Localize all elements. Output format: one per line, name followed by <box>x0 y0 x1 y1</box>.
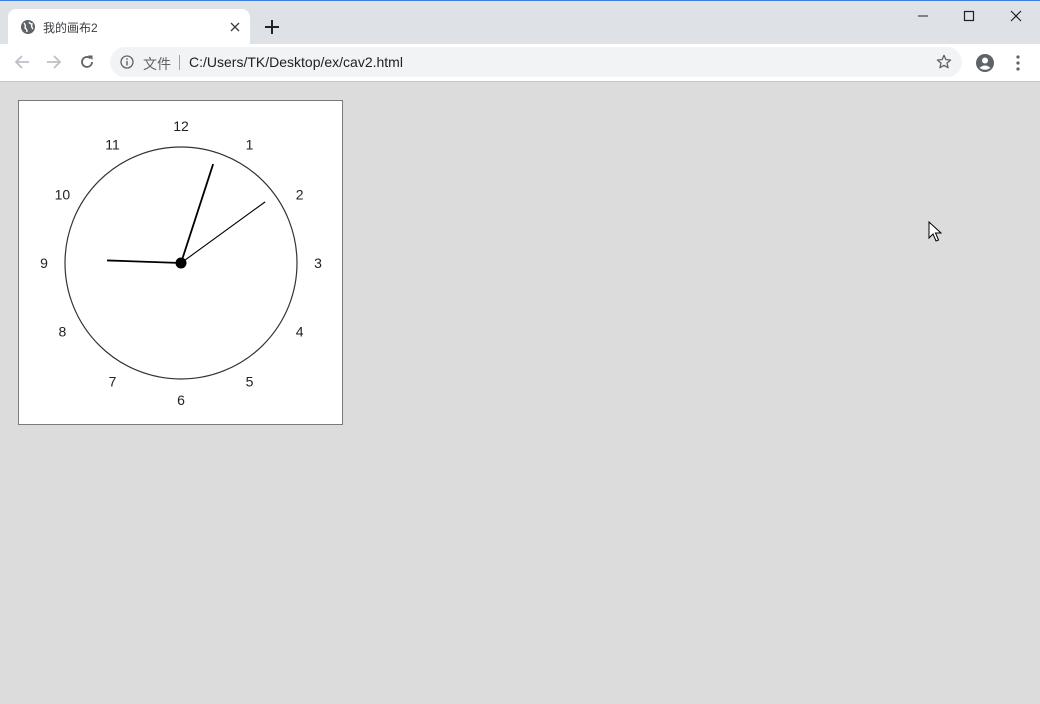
clock-numeral-5: 5 <box>246 374 254 390</box>
minimize-button[interactable] <box>900 1 946 31</box>
clock-numeral-3: 3 <box>314 255 322 271</box>
clock-hour-hand <box>107 259 182 264</box>
address-bar[interactable]: 文件 C:/Users/TK/Desktop/ex/cav2.html <box>110 47 962 77</box>
security-chip-label[interactable]: 文件 <box>143 54 171 74</box>
back-button[interactable] <box>8 48 36 76</box>
clock-second-hand <box>180 201 266 264</box>
tab-close-button[interactable] <box>226 18 244 36</box>
clock-numeral-4: 4 <box>296 324 304 340</box>
close-icon <box>1010 10 1022 22</box>
clock-numeral-2: 2 <box>296 187 304 203</box>
browser-toolbar: 文件 C:/Users/TK/Desktop/ex/cav2.html <box>0 44 1040 82</box>
maximize-button[interactable] <box>946 1 992 31</box>
tab-title: 我的画布2 <box>43 21 98 35</box>
clock-minute-hand <box>180 163 214 264</box>
clock-numeral-12: 12 <box>173 118 189 134</box>
bookmark-button[interactable] <box>934 52 954 72</box>
tab-active[interactable]: 我的画布2 <box>8 9 250 45</box>
star-icon <box>936 54 952 69</box>
plus-icon <box>265 20 279 34</box>
clock-numeral-8: 8 <box>58 324 66 340</box>
account-icon <box>976 54 994 72</box>
minimize-icon <box>918 15 928 17</box>
mouse-cursor-icon <box>928 221 942 242</box>
clock-numeral-7: 7 <box>109 374 117 390</box>
arrow-right-icon <box>47 55 62 69</box>
clock-numeral-10: 10 <box>55 187 71 203</box>
clock-canvas: 12 1 2 3 4 5 6 7 8 9 10 11 <box>18 100 343 425</box>
clock-numeral-9: 9 <box>40 255 48 271</box>
clock-numeral-11: 11 <box>105 136 120 152</box>
tab-strip: 我的画布2 <box>0 0 1040 45</box>
arrow-left-icon <box>14 55 29 69</box>
reload-icon <box>81 55 93 68</box>
menu-button[interactable] <box>1006 50 1030 76</box>
url-text[interactable]: C:/Users/TK/Desktop/ex/cav2.html <box>189 54 403 70</box>
maximize-icon <box>963 10 975 22</box>
info-icon[interactable] <box>120 55 134 69</box>
reload-button[interactable] <box>73 48 101 76</box>
window-close-button[interactable] <box>993 1 1039 31</box>
globe-icon <box>21 20 35 34</box>
omnibox-divider <box>179 55 180 70</box>
clock-numeral-1: 1 <box>246 136 254 152</box>
kebab-menu-icon <box>1016 55 1020 71</box>
clock-numeral-6: 6 <box>177 392 185 408</box>
clock-center-pin <box>175 257 187 269</box>
profile-button[interactable] <box>972 50 998 76</box>
analog-clock: 121234567891011 <box>40 118 322 408</box>
forward-button[interactable] <box>40 48 68 76</box>
close-icon <box>230 22 240 32</box>
new-tab-button[interactable] <box>260 15 284 39</box>
